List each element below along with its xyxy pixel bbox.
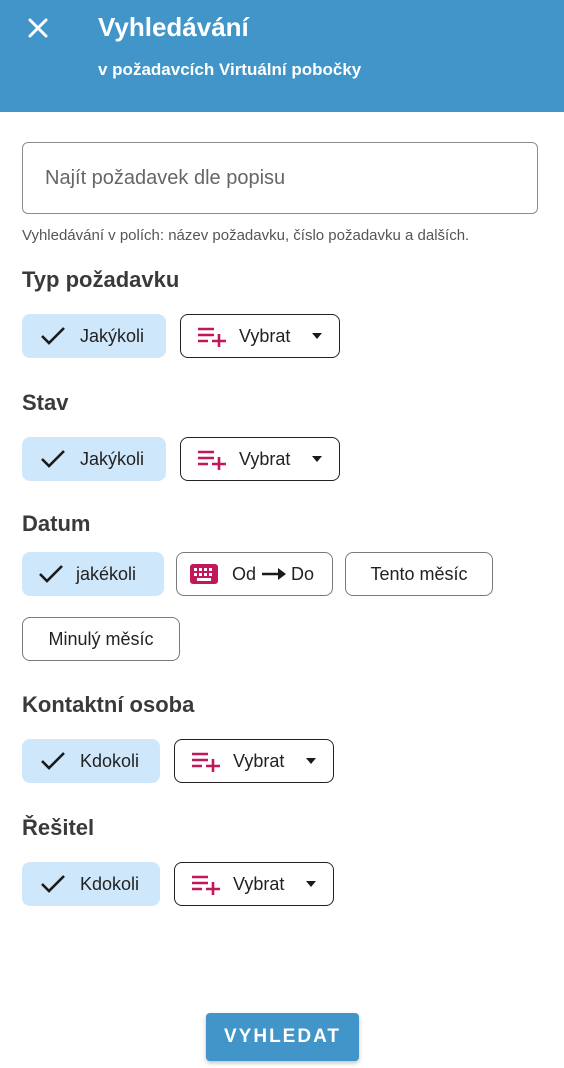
playlist-add-icon [191, 750, 221, 772]
range-from-label: Od [232, 563, 257, 584]
page-subtitle: v požadavcích Virtuální pobočky [98, 60, 362, 79]
arrow-right-icon [262, 568, 287, 580]
this-month-chip[interactable]: Tento měsíc [345, 552, 493, 596]
state-any-chip[interactable]: Jakýkoli [22, 437, 166, 481]
chip-label: jakékoli [76, 563, 137, 584]
section-title-solver: Řešitel [22, 815, 95, 840]
search-input[interactable] [23, 143, 537, 213]
chip-label: Vybrat [239, 325, 291, 346]
date-any-chip[interactable]: jakékoli [22, 552, 164, 596]
playlist-add-icon [197, 325, 227, 347]
dropdown-arrow-icon [305, 880, 317, 888]
range-to-label: Do [291, 563, 315, 584]
dropdown-arrow-icon [311, 332, 323, 340]
section-title-type: Typ požadavku [22, 267, 180, 292]
solver-any-chip[interactable]: Kdokoli [22, 862, 160, 906]
type-select-chip[interactable]: Vybrat [180, 314, 340, 358]
state-select-chip[interactable]: Vybrat [180, 437, 340, 481]
page-title: Vyhledávání [98, 12, 249, 42]
check-icon [40, 751, 66, 771]
search-button[interactable]: VYHLEDAT [206, 1013, 359, 1061]
dropdown-arrow-icon [311, 455, 323, 463]
playlist-add-icon [197, 448, 227, 470]
check-icon [40, 874, 66, 894]
solver-select-chip[interactable]: Vybrat [174, 862, 334, 906]
chip-label: Tento měsíc [370, 563, 468, 584]
keyboard-icon [190, 564, 218, 584]
chip-label: Jakýkoli [80, 325, 145, 346]
playlist-add-icon [191, 873, 221, 895]
chip-label: Kdokoli [80, 750, 140, 771]
section-title-contact: Kontaktní osoba [22, 692, 195, 717]
check-icon [40, 449, 66, 469]
chip-label: Jakýkoli [80, 448, 145, 469]
dropdown-arrow-icon [305, 757, 317, 765]
contact-any-chip[interactable]: Kdokoli [22, 739, 160, 783]
type-any-chip[interactable]: Jakýkoli [22, 314, 166, 358]
chip-label: Minulý měsíc [48, 628, 154, 649]
search-field[interactable] [22, 142, 538, 214]
chip-label: Vybrat [239, 448, 291, 469]
date-range-chip[interactable]: Od Do [176, 552, 333, 596]
section-title-date: Datum [22, 511, 91, 536]
app-header: Vyhledávání v požadavcích Virtuální pobo… [0, 0, 564, 112]
check-icon [38, 564, 64, 584]
section-title-state: Stav [22, 390, 69, 415]
chip-label: Vybrat [233, 750, 285, 771]
search-hint: Vyhledávání v polích: název požadavku, č… [22, 227, 470, 244]
contact-select-chip[interactable]: Vybrat [174, 739, 334, 783]
check-icon [40, 326, 66, 346]
last-month-chip[interactable]: Minulý měsíc [22, 617, 180, 661]
close-icon[interactable] [24, 14, 52, 42]
chip-label: Kdokoli [80, 873, 140, 894]
chip-label: Vybrat [233, 873, 285, 894]
